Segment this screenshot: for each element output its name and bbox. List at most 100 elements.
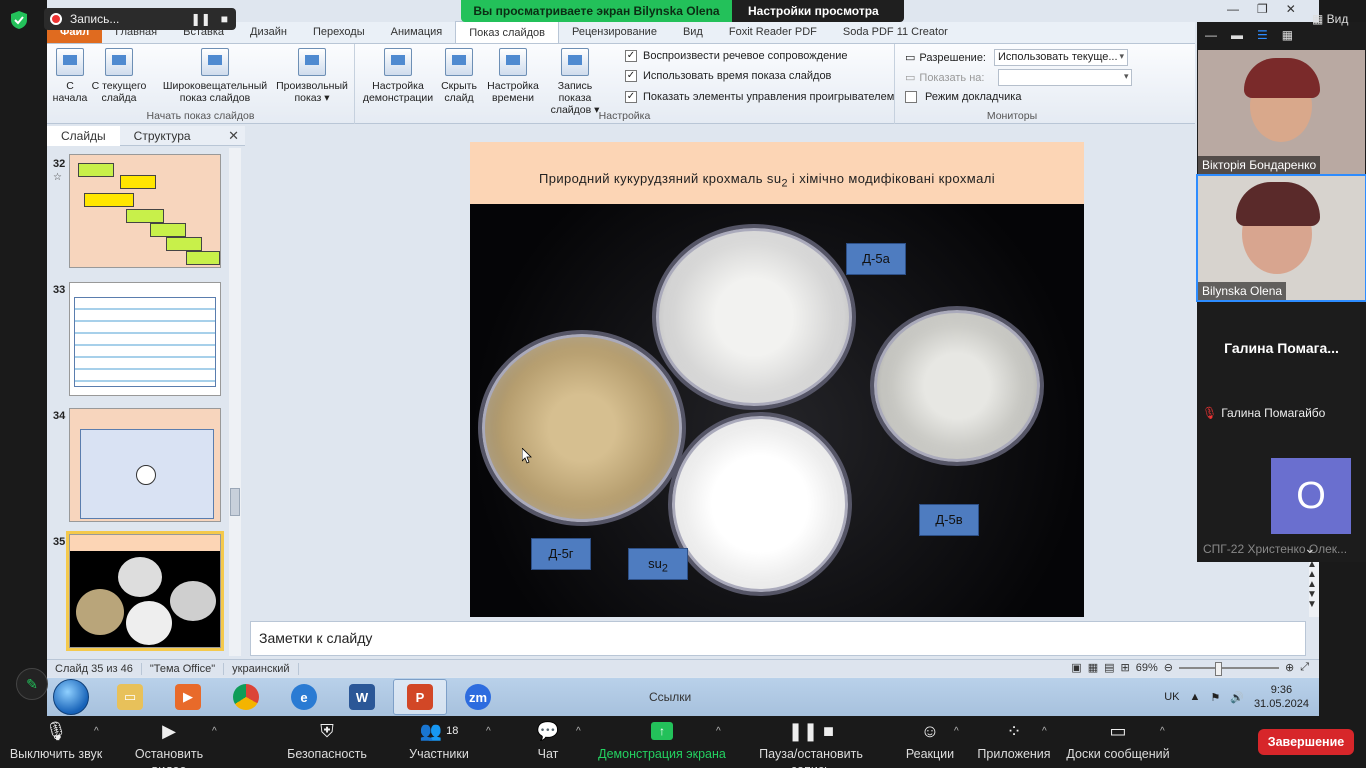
speaker-view-icon[interactable]: ▬ [1231, 28, 1243, 42]
reading-view-icon[interactable]: ▤ [1104, 661, 1114, 674]
hide-slide-button[interactable]: Скрыть слайд [437, 48, 481, 104]
outer-scroll-arrows[interactable]: ▲ ▲ ▲ ▼ ▼ [1306, 560, 1318, 620]
check-media-controls[interactable]: ✓ Показать элементы управления проигрыват… [625, 91, 894, 103]
pause-stop-recording-button[interactable]: ❚❚ ■Пауза/остановить запись [738, 716, 884, 768]
slide-thumbnail-34[interactable] [69, 408, 221, 522]
zoom-level[interactable]: 69% [1136, 662, 1158, 674]
show-hidden-icons-icon[interactable]: ▲ [1189, 691, 1200, 703]
setup-slideshow-button[interactable]: Настройка демонстрации [361, 48, 435, 104]
checkbox[interactable] [905, 91, 917, 103]
tab-outline[interactable]: Структура [120, 126, 205, 146]
recording-indicator[interactable]: Запись... ❚❚ ■ [44, 8, 236, 30]
minimize-panel-icon[interactable]: — [1205, 28, 1217, 42]
panel-scrollbar[interactable] [229, 148, 241, 656]
network-icon[interactable]: ⚑ [1210, 691, 1220, 704]
video-tile-3[interactable]: Галина Помага... 🎙 Галина Помагайбо [1198, 302, 1365, 426]
scroll-thumb[interactable] [230, 488, 240, 516]
pause-recording-icon[interactable]: ❚❚ [191, 12, 211, 26]
security-button[interactable]: ⛨ Безопасность [286, 716, 368, 768]
zoom-slider[interactable] [1178, 661, 1279, 676]
minimize-icon[interactable]: — [1227, 2, 1239, 16]
taskbar-word[interactable]: W [335, 679, 389, 715]
start-button[interactable] [53, 679, 89, 715]
normal-view-icon[interactable]: ▣ [1071, 661, 1081, 674]
annotate-pen-icon[interactable]: ✎ [16, 668, 48, 700]
share-screen-button[interactable]: ↑ Демонстрация экрана [598, 716, 726, 768]
chat-button[interactable]: 💬 Чат [526, 716, 570, 768]
end-meeting-button[interactable]: Завершение [1258, 729, 1354, 755]
caret-up-icon[interactable]: ^ [212, 726, 217, 737]
zoom-out-icon[interactable]: ⊖ [1164, 661, 1173, 674]
taskbar-zoom[interactable]: zm [451, 679, 505, 715]
slideshow-view-icon[interactable]: ⊞ [1121, 661, 1130, 674]
tab-review[interactable]: Рецензирование [559, 21, 670, 43]
tab-soda[interactable]: Soda PDF 11 Creator [830, 21, 961, 43]
current-slide[interactable]: Природний кукурудзяний крохмаль su2 і хі… [470, 142, 1084, 617]
tab-view[interactable]: Вид [670, 21, 716, 43]
check-timings[interactable]: ✓ Использовать время показа слайдов [625, 70, 831, 82]
rehearse-timings-button[interactable]: Настройка времени [485, 48, 541, 104]
video-tile-1[interactable]: Вікторія Бондаренко [1198, 50, 1365, 174]
tab-design[interactable]: Дизайн [237, 21, 300, 43]
custom-show-button[interactable]: Произвольный показ ▾ [273, 48, 351, 104]
tab-animation[interactable]: Анимация [378, 21, 456, 43]
taskbar-media[interactable]: ▶ [161, 679, 215, 715]
volume-icon[interactable]: 🔊 [1230, 691, 1244, 704]
checkbox[interactable]: ✓ [625, 91, 637, 103]
whiteboards-button[interactable]: ▭ Доски сообщений [1064, 716, 1172, 768]
clock[interactable]: 9:36 31.05.2024 [1254, 683, 1309, 711]
sorter-view-icon[interactable]: ▦ [1088, 661, 1098, 674]
close-icon[interactable]: ✕ [1286, 2, 1296, 16]
caret-up-icon[interactable]: ^ [486, 726, 491, 737]
participants-button[interactable]: 👥 18 Участники [404, 716, 474, 768]
caret-up-icon[interactable]: ^ [954, 726, 959, 737]
reactions-button[interactable]: ☺ Реакции [902, 716, 958, 768]
language-indicator[interactable]: UK [1164, 691, 1179, 703]
checkbox[interactable]: ✓ [625, 70, 637, 82]
links-toolbar[interactable]: Ссылки [649, 690, 691, 704]
caret-up-icon[interactable]: ^ [94, 726, 99, 737]
restore-icon[interactable]: ❐ [1257, 2, 1268, 16]
stop-recording-icon[interactable]: ■ [221, 12, 228, 26]
taskbar-powerpoint[interactable]: P [393, 679, 447, 715]
slide-thumbnail-35[interactable] [66, 531, 224, 651]
record-slideshow-button[interactable]: Запись показа слайдов ▾ [543, 48, 607, 116]
view-menu[interactable]: ▦ Вид [1312, 12, 1348, 26]
pause-stop-icon: ❚❚ ■ [787, 720, 835, 741]
from-current-slide-button[interactable]: С текущего слайда [91, 48, 147, 104]
apps-button[interactable]: ⁘ Приложения [974, 716, 1054, 768]
tab-transitions[interactable]: Переходы [300, 21, 378, 43]
gallery-view-icon[interactable]: ▦ [1282, 28, 1293, 42]
zoom-in-icon[interactable]: ⊕ [1285, 661, 1294, 674]
checkbox[interactable]: ✓ [625, 50, 637, 62]
taskbar-chrome[interactable] [219, 679, 273, 715]
language[interactable]: украинский [224, 662, 299, 675]
presenter-mode-row[interactable]: Режим докладчика [905, 91, 1021, 103]
strip-view-icon[interactable]: ☰ [1257, 28, 1268, 42]
check-narration[interactable]: ✓ Воспроизвести речевое сопровождение [625, 50, 848, 62]
view-settings-button[interactable]: Настройки просмотра ⌄ [732, 0, 904, 40]
caret-up-icon[interactable]: ^ [716, 726, 721, 737]
from-beginning-button[interactable]: С начала [51, 48, 89, 104]
caret-up-icon[interactable]: ^ [1042, 726, 1047, 737]
taskbar-explorer[interactable]: ▭ [103, 679, 157, 715]
caret-up-icon[interactable]: ^ [576, 726, 581, 737]
taskbar-ie[interactable]: e [277, 679, 331, 715]
slide-thumbnail-32[interactable] [69, 154, 221, 268]
video-tile-2[interactable]: Bilynska Olena [1196, 174, 1366, 302]
slide-thumbnail-33[interactable] [69, 282, 221, 396]
stop-video-button[interactable]: ▶Остановить видео [116, 716, 222, 768]
slide-notes[interactable]: Заметки к слайду [250, 621, 1306, 656]
chevron-down-icon[interactable]: ⌄ [1304, 540, 1316, 557]
participant-avatar[interactable]: O [1271, 458, 1351, 534]
mute-button[interactable]: 🎙 Выключить звук [8, 716, 104, 768]
fit-to-window-icon[interactable]: ⤢ [1300, 661, 1309, 674]
broadcast-slideshow-button[interactable]: Широковещательный показ слайдов [157, 48, 273, 104]
security-shield-icon[interactable] [10, 10, 28, 30]
caret-up-icon[interactable]: ^ [1160, 726, 1165, 737]
show-on-select[interactable] [998, 69, 1133, 86]
tab-slides[interactable]: Слайды [47, 125, 120, 146]
close-icon[interactable]: ✕ [228, 128, 239, 144]
resolution-select[interactable]: Использовать текуще... [994, 49, 1128, 66]
tab-slideshow[interactable]: Показ слайдов [455, 21, 559, 43]
